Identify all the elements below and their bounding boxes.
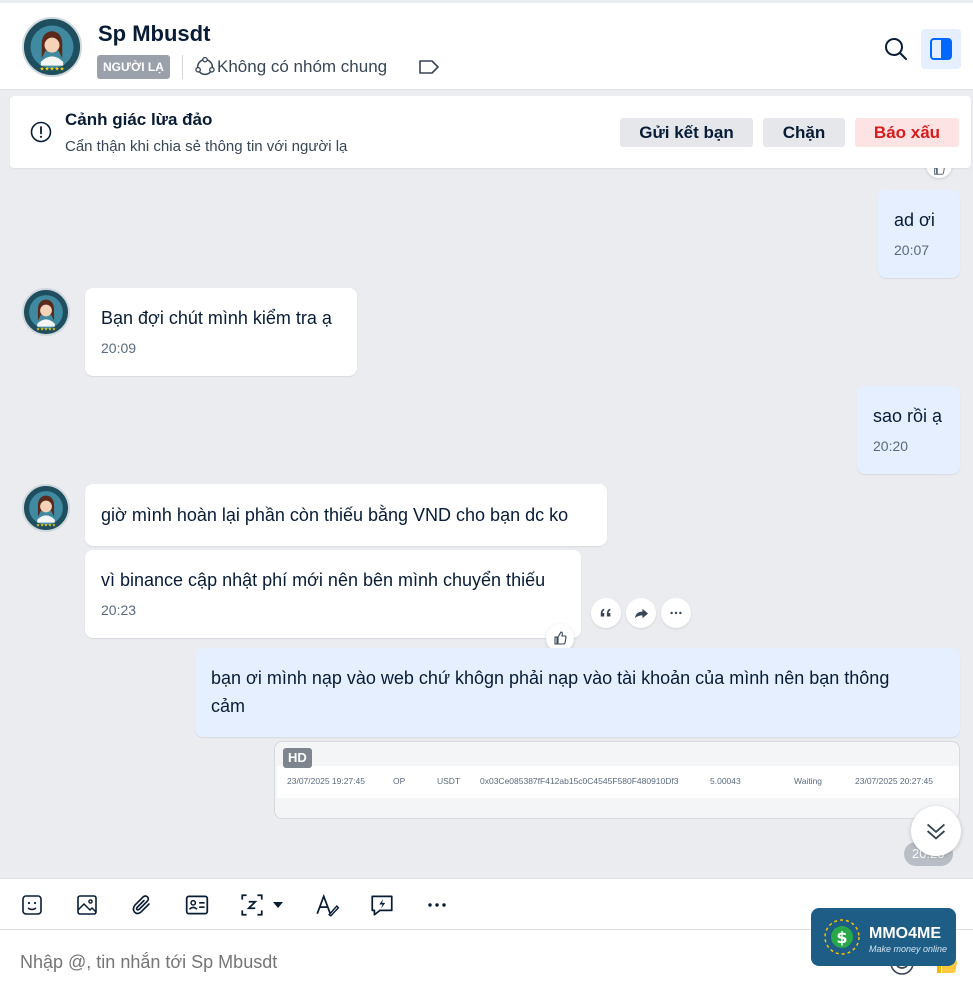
more-horizontal-icon [670, 611, 682, 615]
sender-avatar[interactable]: ★★★★★ [22, 288, 70, 336]
image-icon [77, 895, 97, 915]
image-button[interactable] [73, 891, 101, 919]
amount: 5.00043 [710, 776, 741, 786]
header-divider [182, 55, 183, 79]
message-bubble-outgoing[interactable]: bạn ơi mình nạp vào web chứ khôgn phải n… [195, 648, 960, 737]
more-tools-button[interactable] [423, 891, 451, 919]
chat-header: ★★★★★ Sp Mbusdt NGƯỜI LẠ Không có nhóm c… [0, 0, 973, 90]
message-text: sao rồi ạ [873, 406, 943, 426]
group-status: Không có nhóm chung [217, 57, 388, 76]
message-time: 20:20 [873, 438, 909, 454]
chevron-double-down-icon [926, 823, 946, 840]
more-actions-button[interactable] [661, 598, 691, 628]
contact-name[interactable]: Sp Mbusdt [98, 21, 210, 47]
warning-subtitle: Cẩn thận khi chia sẻ thông tin với người… [65, 138, 348, 155]
message-bubble-outgoing[interactable]: ad ơi 20:07 [878, 190, 960, 278]
svg-text:★★★★★: ★★★★★ [36, 326, 56, 331]
message-input[interactable] [20, 952, 780, 973]
search-icon[interactable] [880, 33, 912, 65]
network: OP [393, 776, 406, 786]
tag-icon[interactable] [418, 59, 440, 75]
warning-title: Cảnh giác lừa đảo [65, 110, 213, 129]
more-horizontal-icon [428, 903, 446, 907]
created-time: 23/07/2025 19:27:45 [287, 776, 365, 786]
quote-icon [600, 608, 611, 617]
message-text: Bạn đợi chút mình kiểm tra ạ [101, 308, 332, 328]
sender-avatar[interactable]: ★★★★★ [22, 484, 70, 532]
scam-warning-banner: Cảnh giác lừa đảo Cẩn thận khi chia sẻ t… [10, 96, 971, 168]
message-bubble-incoming[interactable]: Bạn đợi chút mình kiểm tra ạ 20:09 [85, 288, 357, 376]
sidebar-panel-icon [930, 38, 952, 60]
message-bubble-outgoing[interactable]: sao rồi ạ 20:20 [857, 386, 960, 474]
message-time: 20:09 [101, 340, 137, 356]
message-text: vì binance cập nhật phí mới nên bên mình… [101, 570, 546, 590]
message-text: ad ơi [894, 210, 935, 230]
updated-time: 23/07/2025 20:27:45 [855, 776, 933, 786]
sticker-icon [22, 895, 42, 915]
hd-badge: HD [283, 748, 312, 768]
message-text-line-1: bạn ơi mình nạp vào web chứ khôgn phải n… [211, 668, 890, 688]
screenshot-options-dropdown[interactable] [269, 891, 287, 919]
text-format-button[interactable] [313, 891, 341, 919]
transaction-screenshot-row: 23/07/2025 19:27:45 OP USDT 0x03Ce085387… [277, 766, 959, 798]
status: Waiting [794, 776, 823, 786]
paperclip-icon [132, 895, 150, 915]
dollar-coin-icon: $ [824, 919, 860, 955]
quote-button[interactable] [591, 598, 621, 628]
message-text-line-2: cảm [211, 696, 246, 716]
scroll-to-bottom-button[interactable] [911, 806, 961, 856]
contact-card-icon [185, 895, 209, 915]
coin: USDT [437, 776, 461, 786]
message-bubble-incoming[interactable]: giờ mình hoàn lại phần còn thiếu bằng VN… [85, 484, 607, 546]
contact-avatar[interactable]: ★★★★★ [22, 17, 82, 77]
contact-card-button[interactable] [183, 891, 211, 919]
message-time: 20:23 [101, 602, 137, 618]
report-button[interactable]: Báo xấu [855, 118, 959, 147]
add-friend-button[interactable]: Gửi kết bạn [620, 118, 753, 147]
screenshot-button[interactable] [238, 891, 266, 919]
alert-circle-icon [30, 121, 52, 143]
svg-text:★★★★★: ★★★★★ [36, 522, 56, 527]
stranger-badge: NGƯỜI LẠ [97, 55, 170, 79]
svg-text:$: $ [836, 928, 847, 947]
svg-text:★★★★★: ★★★★★ [39, 65, 64, 72]
watermark-tagline: Make money online [869, 944, 948, 954]
quick-message-button[interactable] [368, 891, 396, 919]
text-format-icon [316, 893, 340, 917]
attach-file-button[interactable] [128, 891, 156, 919]
caret-down-icon [273, 902, 283, 908]
message-time: 20:07 [894, 242, 930, 258]
forward-button[interactable] [626, 598, 656, 628]
quick-message-icon [371, 895, 393, 916]
toggle-info-panel-button[interactable] [921, 29, 961, 69]
block-button[interactable]: Chặn [763, 118, 845, 147]
mmo4me-watermark-logo: $ MMO4ME Make money online [811, 908, 956, 966]
image-message[interactable]: 23/07/2025 19:27:45 OP USDT 0x03Ce085387… [274, 741, 960, 819]
wallet-address: 0x03Ce085387fF412ab15c0C4545F580F480910D… [480, 776, 679, 786]
message-bubble-incoming[interactable]: vì binance cập nhật phí mới nên bên mình… [85, 550, 581, 638]
screenshot-icon [241, 894, 263, 916]
group-icon [195, 56, 215, 76]
message-text: giờ mình hoàn lại phần còn thiếu bằng VN… [101, 505, 569, 525]
watermark-name: MMO4ME [869, 925, 941, 942]
thumbs-up-icon [554, 631, 567, 645]
sticker-button[interactable] [18, 891, 46, 919]
forward-icon [634, 608, 648, 618]
